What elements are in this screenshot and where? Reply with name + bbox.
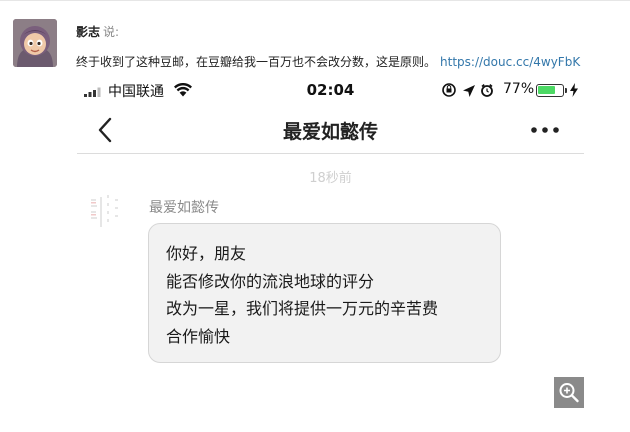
chat-title: 最爱如懿传 bbox=[282, 121, 378, 143]
post-content: 终于收到了这种豆邮，在豆瓣给我一百万也不会改分数，这是原则。 https://do… bbox=[76, 54, 580, 70]
status-bar: 中国联通 02:04 77% bbox=[77, 76, 584, 104]
orientation-lock-icon bbox=[442, 83, 456, 97]
message-line: 能否修改你的流浪地球的评分 bbox=[166, 271, 375, 291]
chat-area: 18秒前 最爱如懿传 你好，朋友 能否修改你的流浪地球的评分 改为一星，我们将提… bbox=[77, 155, 584, 408]
author-said-label: 说: bbox=[103, 25, 120, 39]
message-line: 你好，朋友 bbox=[166, 244, 247, 263]
battery-percent: 77% bbox=[503, 81, 535, 97]
post-author-line: 影志 说: bbox=[76, 24, 119, 40]
post-link[interactable]: https://douc.cc/4wyFbK bbox=[440, 55, 580, 69]
status-icons bbox=[442, 83, 493, 97]
sender-name: 最爱如懿传 bbox=[149, 200, 219, 216]
battery-level-fill bbox=[538, 86, 555, 94]
zoom-button[interactable] bbox=[554, 377, 584, 408]
post-text: 终于收到了这种豆邮，在豆瓣给我一百万也不会改分数，这是原则。 bbox=[76, 55, 437, 69]
battery-icon bbox=[536, 84, 564, 97]
avatar[interactable] bbox=[13, 19, 57, 67]
more-dots-icon[interactable] bbox=[530, 126, 560, 134]
avatar-image bbox=[13, 19, 57, 67]
message-timestamp: 18秒前 bbox=[309, 171, 352, 186]
chat-nav-bar: 最爱如懿传 bbox=[77, 106, 584, 154]
alarm-icon bbox=[481, 83, 493, 97]
message-bubble: 你好，朋友 能否修改你的流浪地球的评分 改为一星，我们将提供一万元的辛苦费 合作… bbox=[148, 223, 501, 363]
location-icon bbox=[463, 85, 475, 97]
battery-cap bbox=[565, 88, 567, 93]
author-name[interactable]: 影志 bbox=[76, 25, 100, 39]
message-line: 合作愉快 bbox=[166, 326, 231, 346]
charging-bolt-icon bbox=[570, 83, 578, 97]
zoom-in-icon bbox=[559, 383, 579, 403]
sender-avatar[interactable] bbox=[87, 189, 131, 235]
phone-screenshot: 中国联通 02:04 77% 最爱如懿传 18秒前 最爱如懿传 你好，朋友 能否… bbox=[77, 76, 584, 408]
top-divider bbox=[0, 0, 630, 1]
message-line: 改为一星，我们将提供一万元的辛苦费 bbox=[166, 299, 439, 318]
